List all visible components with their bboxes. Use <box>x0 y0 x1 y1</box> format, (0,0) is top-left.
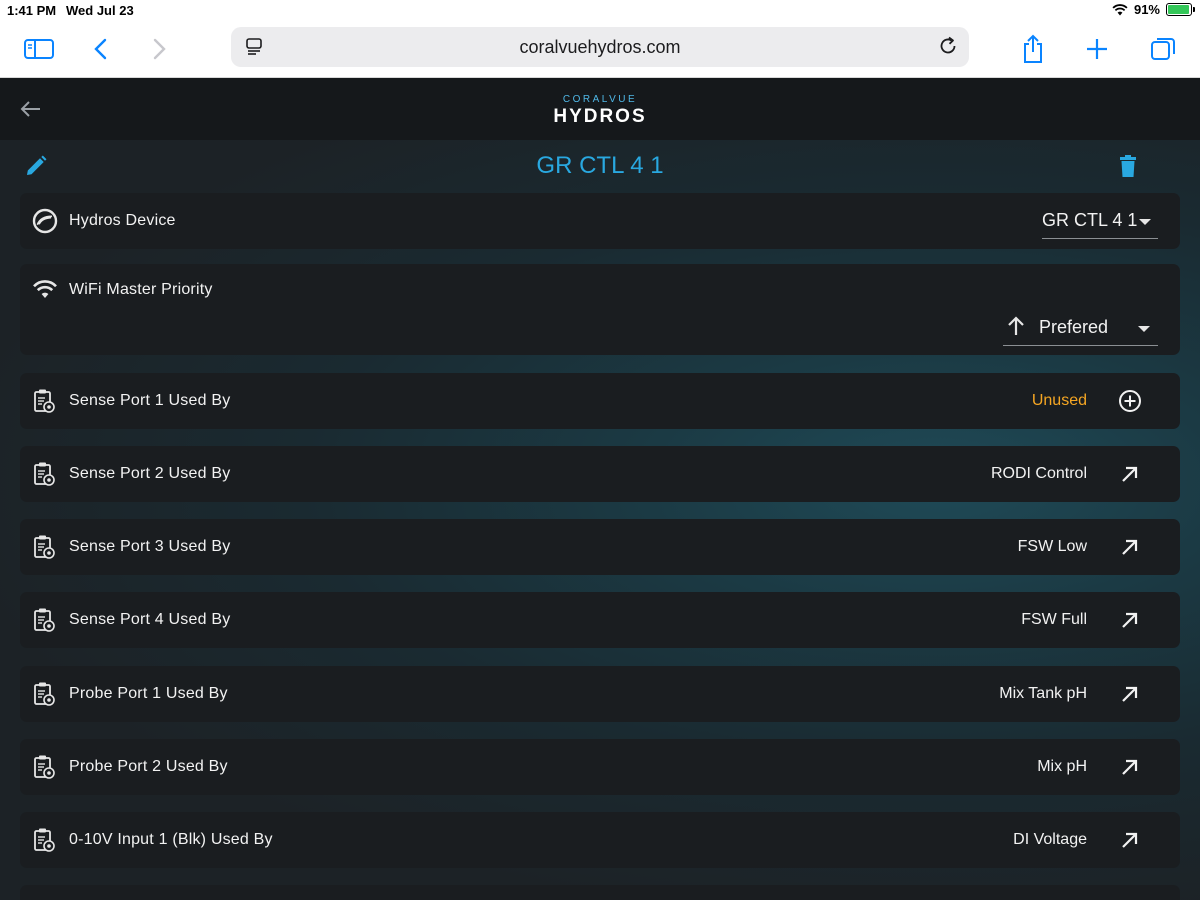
page-title: GR CTL 4 1 <box>536 152 664 179</box>
wifi-priority-value: Prefered <box>1039 317 1109 337</box>
hydros-device-card: Hydros Device GR CTL 4 1 <box>20 193 1180 249</box>
port-card[interactable]: Sense Port 3 Used By FSW Low <box>20 519 1180 575</box>
port-card-partial[interactable] <box>20 885 1180 900</box>
open-arrow-icon[interactable] <box>1118 535 1142 564</box>
port-card[interactable]: Probe Port 2 Used By Mix pH <box>20 739 1180 795</box>
clipboard-sensor-icon <box>32 607 56 638</box>
clipboard-sensor-icon <box>32 388 56 419</box>
url-text: coralvuehydros.com <box>519 37 681 57</box>
wifi-priority-card: WiFi Master Priority Prefered <box>20 264 1180 355</box>
logo-brand-big: HYDROS <box>553 106 647 127</box>
status-bar: 1:41 PM Wed Jul 23 91% <box>0 0 1200 22</box>
clipboard-sensor-icon <box>32 827 56 858</box>
open-arrow-icon[interactable] <box>1118 462 1142 491</box>
address-bar[interactable]: coralvuehydros.com <box>231 27 969 67</box>
open-arrow-icon[interactable] <box>1118 828 1142 857</box>
open-arrow-icon[interactable] <box>1118 682 1142 711</box>
port-value: FSW Full <box>1021 611 1087 628</box>
dropdown-caret-icon <box>1139 219 1151 225</box>
wifi-icon <box>1112 4 1128 16</box>
port-label: Probe Port 1 Used By <box>69 685 228 702</box>
share-icon[interactable] <box>1016 32 1050 66</box>
add-circle-icon[interactable] <box>1118 389 1142 418</box>
port-label: Probe Port 2 Used By <box>69 758 228 775</box>
battery-icon <box>1166 3 1195 16</box>
port-value: Mix Tank pH <box>999 685 1087 702</box>
title-row: GR CTL 4 1 <box>0 140 1200 192</box>
port-label: Sense Port 1 Used By <box>69 392 231 409</box>
hydros-logo: CORALVUE HYDROS <box>0 94 1200 128</box>
status-date: Wed Jul 23 <box>66 3 134 18</box>
device-settings: GR CTL 4 1 Hydros Device GR CTL 4 1 WiFi… <box>0 140 1200 900</box>
port-label: Sense Port 2 Used By <box>69 465 231 482</box>
port-card[interactable]: Probe Port 1 Used By Mix Tank pH <box>20 666 1180 722</box>
open-arrow-icon[interactable] <box>1118 755 1142 784</box>
hydros-device-label: Hydros Device <box>69 212 176 229</box>
hydros-device-select[interactable]: GR CTL 4 1 <box>1042 202 1158 239</box>
wifi-priority-select[interactable]: Prefered <box>1003 307 1158 346</box>
new-tab-icon[interactable] <box>1080 32 1114 66</box>
port-label: Sense Port 4 Used By <box>69 611 231 628</box>
tabs-overview-icon[interactable] <box>1146 32 1180 66</box>
port-card[interactable]: Sense Port 4 Used By FSW Full <box>20 592 1180 648</box>
clipboard-sensor-icon <box>32 754 56 785</box>
port-value: FSW Low <box>1017 538 1087 555</box>
hydros-device-value: GR CTL 4 1 <box>1042 210 1138 230</box>
battery-percent: 91% <box>1133 2 1160 17</box>
port-value: Mix pH <box>1037 758 1087 775</box>
sidebar-toggle-icon[interactable] <box>22 32 56 66</box>
wifi-priority-label: WiFi Master Priority <box>69 281 213 298</box>
wifi-icon <box>32 278 58 305</box>
browser-toolbar: coralvuehydros.com <box>0 22 1200 78</box>
back-chevron-icon[interactable] <box>84 32 118 66</box>
status-time: 1:41 PM <box>7 3 57 18</box>
reload-icon[interactable] <box>937 35 959 62</box>
trash-icon[interactable] <box>1118 154 1138 183</box>
port-card[interactable]: 0-10V Input 1 (Blk) Used By DI Voltage <box>20 812 1180 868</box>
port-value: RODI Control <box>990 465 1087 482</box>
hydros-device-icon <box>32 208 58 239</box>
port-label: Sense Port 3 Used By <box>69 538 231 555</box>
port-label: 0-10V Input 1 (Blk) Used By <box>69 831 273 848</box>
port-value: DI Voltage <box>1013 831 1087 848</box>
dropdown-caret-icon <box>1138 326 1150 332</box>
clipboard-sensor-icon <box>32 681 56 712</box>
port-value: Unused <box>1031 392 1087 409</box>
clipboard-sensor-icon <box>32 461 56 492</box>
arrow-up-icon <box>1006 315 1026 342</box>
open-arrow-icon[interactable] <box>1118 608 1142 637</box>
app-header: CORALVUE HYDROS <box>0 78 1200 140</box>
logo-brand-small: CORALVUE <box>562 94 638 105</box>
port-card[interactable]: Sense Port 1 Used By Unused <box>20 373 1180 429</box>
status-right: 91% <box>1112 2 1195 17</box>
clipboard-sensor-icon <box>32 534 56 565</box>
forward-chevron-icon[interactable] <box>142 32 176 66</box>
port-card[interactable]: Sense Port 2 Used By RODI Control <box>20 446 1180 502</box>
